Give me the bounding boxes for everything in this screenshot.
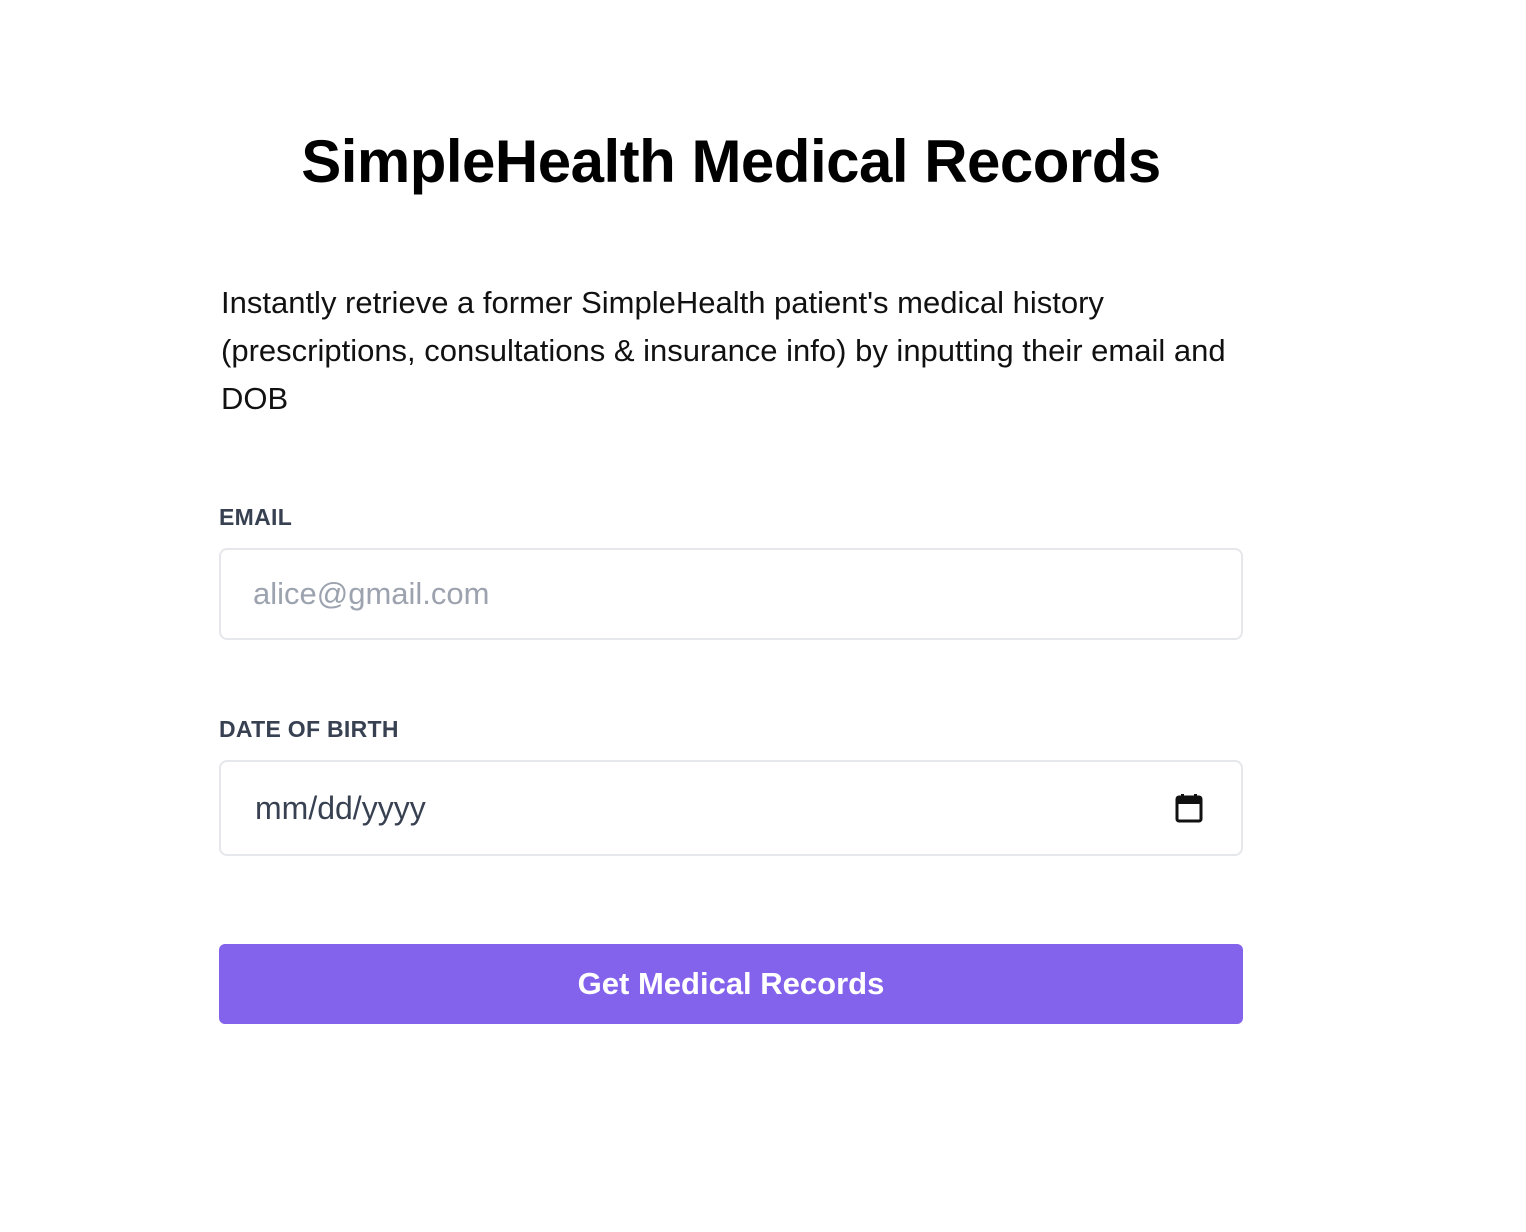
- page-description: Instantly retrieve a former SimpleHealth…: [221, 285, 1226, 416]
- email-field-container: [219, 548, 1243, 640]
- email-input[interactable]: [221, 550, 1241, 638]
- page-title: SimpleHealth Medical Records: [301, 128, 1161, 195]
- calendar-icon[interactable]: [1175, 793, 1203, 823]
- page: SimpleHealth Medical Records Instantly r…: [0, 0, 1526, 1232]
- dob-placeholder: mm/dd/yyyy: [255, 790, 426, 826]
- dob-label: DATE OF BIRTH: [219, 716, 399, 742]
- get-medical-records-button[interactable]: Get Medical Records: [219, 944, 1243, 1024]
- email-label: EMAIL: [219, 504, 293, 530]
- date-of-birth-input[interactable]: mm/dd/yyyy: [219, 760, 1243, 856]
